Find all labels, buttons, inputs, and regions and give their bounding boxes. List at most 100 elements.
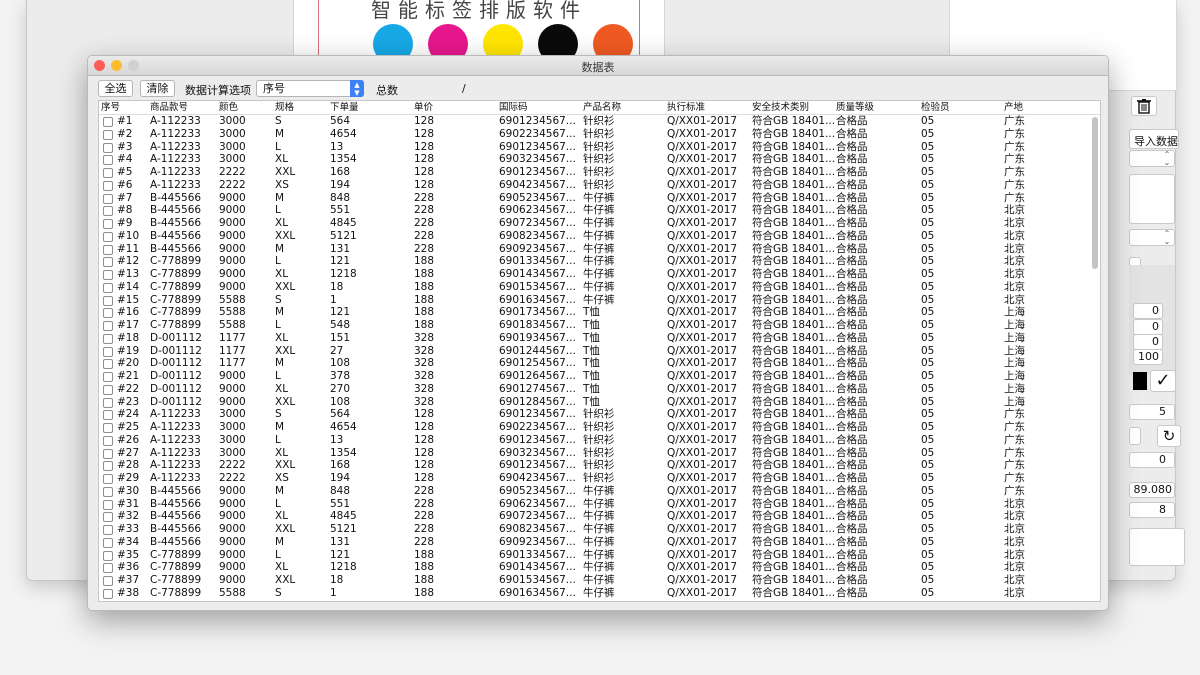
- row-checkbox[interactable]: [103, 117, 113, 127]
- bottom-text-area[interactable]: [1129, 528, 1185, 566]
- row-checkbox[interactable]: [103, 295, 113, 306]
- header-col-color[interactable]: 颜色: [219, 101, 238, 114]
- row-checkbox[interactable]: [103, 257, 113, 268]
- row-checkbox[interactable]: [103, 282, 113, 293]
- header-col-inspector[interactable]: 检验员: [921, 101, 950, 114]
- row-checkbox[interactable]: [103, 372, 113, 382]
- table-row[interactable]: #14 C-778899 9000 XXL 18 188 6901534567... 牛仔裤 Q…: [99, 281, 1100, 294]
- table-row[interactable]: #15 C-778899 5588 S 1 188 6901634567... 牛仔裤 Q/XX…: [99, 294, 1100, 307]
- vertical-scrollbar[interactable]: [1092, 117, 1098, 269]
- row-checkbox[interactable]: [103, 435, 113, 446]
- table-row[interactable]: #10 B-445566 9000 XXL 5121 228 6908234567... 牛仔…: [99, 230, 1100, 243]
- table-row[interactable]: #18 D-001112 1177 XL 151 328 6901934567... T恤 Q/…: [99, 332, 1100, 345]
- row-checkbox[interactable]: [103, 244, 113, 255]
- row-checkbox[interactable]: [103, 193, 113, 204]
- table-row[interactable]: #9 B-445566 9000 XL 4845 228 6907234567... 牛仔裤 Q…: [99, 217, 1100, 230]
- color-value-c[interactable]: 0: [1133, 303, 1163, 319]
- table-row[interactable]: #37 C-778899 9000 XXL 18 188 6901534567... 牛仔裤 Q…: [99, 574, 1100, 587]
- table-row[interactable]: #11 B-445566 9000 M 131 228 6909234567... 牛仔裤 Q/…: [99, 243, 1100, 256]
- table-row[interactable]: #5 A-112233 2222 XXL 168 128 6901234567... 针织衫 Q…: [99, 166, 1100, 179]
- value-field-89080[interactable]: 89.080: [1129, 482, 1175, 498]
- header-col-origin[interactable]: 产地: [1004, 101, 1023, 114]
- row-checkbox[interactable]: [103, 142, 113, 153]
- row-checkbox[interactable]: [103, 231, 113, 242]
- table-row[interactable]: #36 C-778899 9000 XL 1218 188 6901434567... 牛仔裤…: [99, 561, 1100, 574]
- right-select-1[interactable]: ⌃ ⌄: [1129, 150, 1175, 167]
- confirm-check-button[interactable]: ✓: [1150, 370, 1176, 392]
- row-checkbox[interactable]: [103, 461, 113, 472]
- clear-button[interactable]: 清除: [140, 80, 175, 97]
- table-row[interactable]: #19 D-001112 1177 XXL 27 328 6901244567... T恤 Q/…: [99, 345, 1100, 358]
- table-row[interactable]: #2 A-112233 3000 M 4654 128 6902234567... 针织衫 Q/…: [99, 128, 1100, 141]
- table-row[interactable]: #31 B-445566 9000 L 551 228 6906234567... 牛仔裤 Q/…: [99, 498, 1100, 511]
- row-checkbox[interactable]: [103, 537, 113, 548]
- trash-button[interactable]: [1131, 96, 1157, 116]
- refresh-button[interactable]: ↻: [1157, 425, 1181, 447]
- header-col-price[interactable]: 单价: [414, 101, 433, 114]
- table-row[interactable]: #21 D-001112 9000 L 378 328 6901264567... T恤 Q/X…: [99, 370, 1100, 383]
- table-row[interactable]: #8 B-445566 9000 L 551 228 6906234567... 牛仔裤 Q/X…: [99, 204, 1100, 217]
- header-col-sku[interactable]: 商品款号: [150, 101, 188, 114]
- header-col-barcode[interactable]: 国际码: [499, 101, 528, 114]
- table-row[interactable]: #20 D-001112 1177 M 108 328 6901254567... T恤 Q/X…: [99, 357, 1100, 370]
- row-checkbox[interactable]: [103, 168, 113, 178]
- row-checkbox[interactable]: [103, 448, 113, 459]
- table-row[interactable]: #4 A-112233 3000 XL 1354 128 6903234567... 针织衫 Q…: [99, 153, 1100, 166]
- row-checkbox[interactable]: [103, 155, 113, 166]
- import-data-button[interactable]: 导入数据: [1129, 129, 1179, 149]
- row-checkbox[interactable]: [103, 321, 113, 331]
- table-row[interactable]: #24 A-112233 3000 S 564 128 6901234567... 针织衫 Q/…: [99, 408, 1100, 421]
- table-row[interactable]: #34 B-445566 9000 M 131 228 6909234567... 牛仔裤 Q/…: [99, 536, 1100, 549]
- row-checkbox[interactable]: [103, 219, 113, 229]
- calc-option-select[interactable]: 序号 ▲ ▼: [256, 80, 364, 97]
- table-row[interactable]: #26 A-112233 3000 L 13 128 6901234567... 针织衫 Q/X…: [99, 434, 1100, 447]
- table-row[interactable]: #7 B-445566 9000 M 848 228 6905234567... 牛仔裤 Q/X…: [99, 192, 1100, 205]
- table-row[interactable]: #16 C-778899 5588 M 121 188 6901734567... T恤 Q/X…: [99, 306, 1100, 319]
- row-checkbox[interactable]: [103, 270, 113, 280]
- table-row[interactable]: #22 D-001112 9000 XL 270 328 6901274567... T恤 Q/…: [99, 383, 1100, 396]
- table-row[interactable]: #3 A-112233 3000 L 13 128 6901234567... 针织衫 Q/XX…: [99, 141, 1100, 154]
- row-checkbox[interactable]: [103, 397, 113, 408]
- table-row[interactable]: #17 C-778899 5588 L 548 188 6901834567... T恤 Q/X…: [99, 319, 1100, 332]
- color-value-m[interactable]: 0: [1133, 319, 1163, 335]
- row-checkbox[interactable]: [103, 180, 113, 191]
- table-row[interactable]: #29 A-112233 2222 XS 194 128 6904234567... 针织衫 Q…: [99, 472, 1100, 485]
- small-field[interactable]: [1129, 427, 1141, 445]
- table-row[interactable]: #30 B-445566 9000 M 848 228 6905234567... 牛仔裤 Q/…: [99, 485, 1100, 498]
- header-col-size[interactable]: 规格: [275, 101, 294, 114]
- row-checkbox[interactable]: [103, 346, 113, 357]
- right-text-area[interactable]: [1129, 174, 1175, 224]
- row-checkbox[interactable]: [103, 384, 113, 395]
- select-all-button[interactable]: 全选: [98, 80, 133, 97]
- color-value-k[interactable]: 100: [1133, 349, 1163, 365]
- row-checkbox[interactable]: [103, 359, 113, 370]
- table-row[interactable]: #12 C-778899 9000 L 121 188 6901334567... 牛仔裤 Q/…: [99, 255, 1100, 268]
- row-checkbox[interactable]: [103, 129, 113, 140]
- row-checkbox[interactable]: [103, 563, 113, 574]
- header-col-standard[interactable]: 执行标准: [667, 101, 705, 114]
- table-row[interactable]: #35 C-778899 9000 L 121 188 6901334567... 牛仔裤 Q/…: [99, 549, 1100, 562]
- row-checkbox[interactable]: [103, 576, 113, 586]
- header-col-seq[interactable]: 序号: [101, 101, 120, 114]
- label-canvas[interactable]: 智能标签排版软件: [293, 0, 665, 64]
- table-row[interactable]: #27 A-112233 3000 XL 1354 128 6903234567... 针织衫…: [99, 447, 1100, 460]
- window-titlebar[interactable]: 数据表: [88, 56, 1108, 76]
- right-select-2[interactable]: ⌃ ⌄: [1129, 229, 1175, 246]
- header-col-safety[interactable]: 安全技术类别: [752, 101, 809, 114]
- header-col-qty[interactable]: 下单量: [330, 101, 359, 114]
- row-checkbox[interactable]: [103, 410, 113, 421]
- color-swatch[interactable]: [1133, 372, 1147, 390]
- value-field-0[interactable]: 0: [1129, 452, 1175, 468]
- table-row[interactable]: #13 C-778899 9000 XL 1218 188 6901434567... 牛仔裤…: [99, 268, 1100, 281]
- row-checkbox[interactable]: [103, 550, 113, 561]
- table-row[interactable]: #6 A-112233 2222 XS 194 128 6904234567... 针织衫 Q/…: [99, 179, 1100, 192]
- header-col-grade[interactable]: 质量等级: [836, 101, 874, 114]
- row-checkbox[interactable]: [103, 588, 113, 599]
- table-row[interactable]: #28 A-112233 2222 XXL 168 128 6901234567... 针织衫…: [99, 459, 1100, 472]
- row-checkbox[interactable]: [103, 206, 113, 217]
- row-checkbox[interactable]: [103, 308, 113, 319]
- table-row[interactable]: #1 A-112233 3000 S 564 128 6901234567... 针织衫 Q/X…: [99, 115, 1100, 128]
- row-checkbox[interactable]: [103, 525, 113, 535]
- row-checkbox[interactable]: [103, 486, 113, 497]
- row-checkbox[interactable]: [103, 333, 113, 344]
